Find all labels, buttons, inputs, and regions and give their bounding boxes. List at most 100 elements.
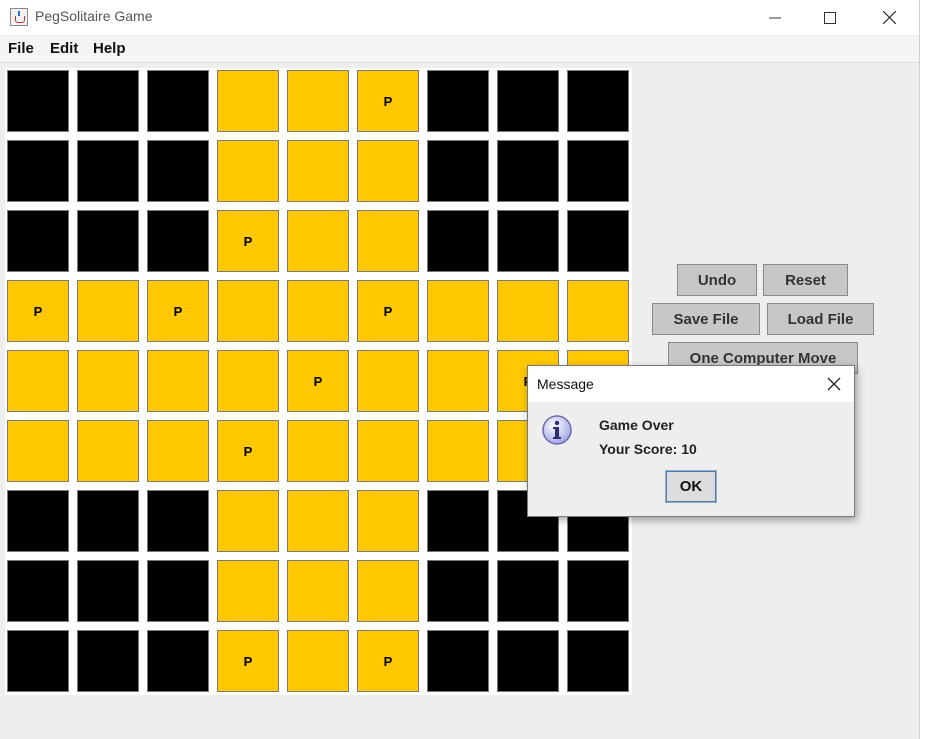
board-cell-r8-c3[interactable]: P xyxy=(217,630,279,692)
board-cell-r2-c5[interactable] xyxy=(357,210,419,272)
board-cell-r3-c8[interactable] xyxy=(567,280,629,342)
board-cell-r0-c7 xyxy=(497,70,559,132)
board-cell-r5-c5[interactable] xyxy=(357,420,419,482)
peg-label: P xyxy=(173,303,183,319)
board-cell-r1-c8 xyxy=(567,140,629,202)
menu-edit[interactable]: Edit xyxy=(50,40,78,57)
peg-label: P xyxy=(383,653,393,669)
board-cell-r0-c1 xyxy=(77,70,139,132)
board-cell-r0-c4[interactable] xyxy=(287,70,349,132)
board-cell-r8-c8 xyxy=(567,630,629,692)
board-cell-r2-c0 xyxy=(7,210,69,272)
board-cell-r6-c3[interactable] xyxy=(217,490,279,552)
board-cell-r8-c4[interactable] xyxy=(287,630,349,692)
board-cell-r1-c7 xyxy=(497,140,559,202)
board-cell-r4-c0[interactable] xyxy=(7,350,69,412)
board-cell-r4-c5[interactable] xyxy=(357,350,419,412)
board-cell-r1-c1 xyxy=(77,140,139,202)
board-cell-r4-c6[interactable] xyxy=(427,350,489,412)
board-cell-r4-c4[interactable]: P xyxy=(287,350,349,412)
board-cell-r0-c3[interactable] xyxy=(217,70,279,132)
board-cell-r4-c2[interactable] xyxy=(147,350,209,412)
close-icon xyxy=(882,11,896,24)
board-cell-r7-c0 xyxy=(7,560,69,622)
board-cell-r0-c6 xyxy=(427,70,489,132)
board-cell-r7-c3[interactable] xyxy=(217,560,279,622)
board-cell-r3-c6[interactable] xyxy=(427,280,489,342)
load-file-button[interactable]: Load File xyxy=(767,303,874,335)
board-cell-r0-c8 xyxy=(567,70,629,132)
java-app-icon xyxy=(10,8,28,26)
board-cell-r3-c5[interactable]: P xyxy=(357,280,419,342)
peg-label: P xyxy=(243,443,253,459)
board-cell-r5-c4[interactable] xyxy=(287,420,349,482)
ok-button[interactable]: OK xyxy=(665,470,717,503)
board-cell-r5-c1[interactable] xyxy=(77,420,139,482)
reset-button[interactable]: Reset xyxy=(763,264,848,296)
board-cell-r3-c2[interactable]: P xyxy=(147,280,209,342)
board-cell-r5-c2[interactable] xyxy=(147,420,209,482)
title-bar[interactable]: PegSolitaire Game xyxy=(0,0,919,35)
dialog-title-bar[interactable]: Message xyxy=(528,366,854,402)
board-cell-r0-c0 xyxy=(7,70,69,132)
board-cell-r1-c0 xyxy=(7,140,69,202)
game-over-text: Game Over xyxy=(599,417,674,433)
board-cell-r1-c5[interactable] xyxy=(357,140,419,202)
board-cell-r3-c4[interactable] xyxy=(287,280,349,342)
peg-label: P xyxy=(33,303,43,319)
board-cell-r1-c4[interactable] xyxy=(287,140,349,202)
menu-bar: File Edit Help xyxy=(0,36,919,63)
board-cell-r6-c5[interactable] xyxy=(357,490,419,552)
undo-button[interactable]: Undo xyxy=(677,264,757,296)
board-cell-r6-c2 xyxy=(147,490,209,552)
board-cell-r3-c1[interactable] xyxy=(77,280,139,342)
board-cell-r2-c2 xyxy=(147,210,209,272)
close-button[interactable] xyxy=(866,0,912,35)
board-cell-r4-c1[interactable] xyxy=(77,350,139,412)
board-cell-r6-c0 xyxy=(7,490,69,552)
board-cell-r8-c0 xyxy=(7,630,69,692)
peg-label: P xyxy=(383,303,393,319)
board-cell-r5-c6[interactable] xyxy=(427,420,489,482)
maximize-button[interactable] xyxy=(807,0,853,35)
board-cell-r2-c3[interactable]: P xyxy=(217,210,279,272)
message-dialog: Message Game Over Your Score: 10 OK xyxy=(527,365,855,517)
peg-label: P xyxy=(383,93,393,109)
board-cell-r2-c7 xyxy=(497,210,559,272)
menu-file[interactable]: File xyxy=(8,40,34,57)
peg-label: P xyxy=(243,233,253,249)
board-cell-r3-c3[interactable] xyxy=(217,280,279,342)
board-cell-r7-c8 xyxy=(567,560,629,622)
score-text: Your Score: 10 xyxy=(599,441,697,457)
board-cell-r7-c5[interactable] xyxy=(357,560,419,622)
board-cell-r0-c2 xyxy=(147,70,209,132)
board-cell-r6-c4[interactable] xyxy=(287,490,349,552)
save-file-button[interactable]: Save File xyxy=(652,303,760,335)
board-cell-r7-c6 xyxy=(427,560,489,622)
board-cell-r1-c2 xyxy=(147,140,209,202)
main-window: PegSolitaire Game File Edit Help P P P P P P P… xyxy=(0,0,920,739)
board-cell-r2-c6 xyxy=(427,210,489,272)
dialog-close-icon[interactable] xyxy=(826,376,842,392)
information-icon xyxy=(542,415,572,445)
board-cell-r8-c5[interactable]: P xyxy=(357,630,419,692)
board-cell-r3-c7[interactable] xyxy=(497,280,559,342)
board-cell-r7-c2 xyxy=(147,560,209,622)
board-cell-r6-c6 xyxy=(427,490,489,552)
board-cell-r4-c3[interactable] xyxy=(217,350,279,412)
peg-label: P xyxy=(313,373,323,389)
board-cell-r5-c3[interactable]: P xyxy=(217,420,279,482)
menu-help[interactable]: Help xyxy=(93,40,126,57)
minimize-button[interactable] xyxy=(752,0,798,35)
board-cell-r7-c7 xyxy=(497,560,559,622)
board-cell-r5-c0[interactable] xyxy=(7,420,69,482)
board-cell-r3-c0[interactable]: P xyxy=(7,280,69,342)
window-title: PegSolitaire Game xyxy=(35,8,153,24)
board-cell-r6-c1 xyxy=(77,490,139,552)
board-cell-r7-c4[interactable] xyxy=(287,560,349,622)
board-cell-r1-c6 xyxy=(427,140,489,202)
board-cell-r0-c5[interactable]: P xyxy=(357,70,419,132)
board-cell-r2-c4[interactable] xyxy=(287,210,349,272)
minimize-icon xyxy=(769,17,781,18)
board-cell-r1-c3[interactable] xyxy=(217,140,279,202)
